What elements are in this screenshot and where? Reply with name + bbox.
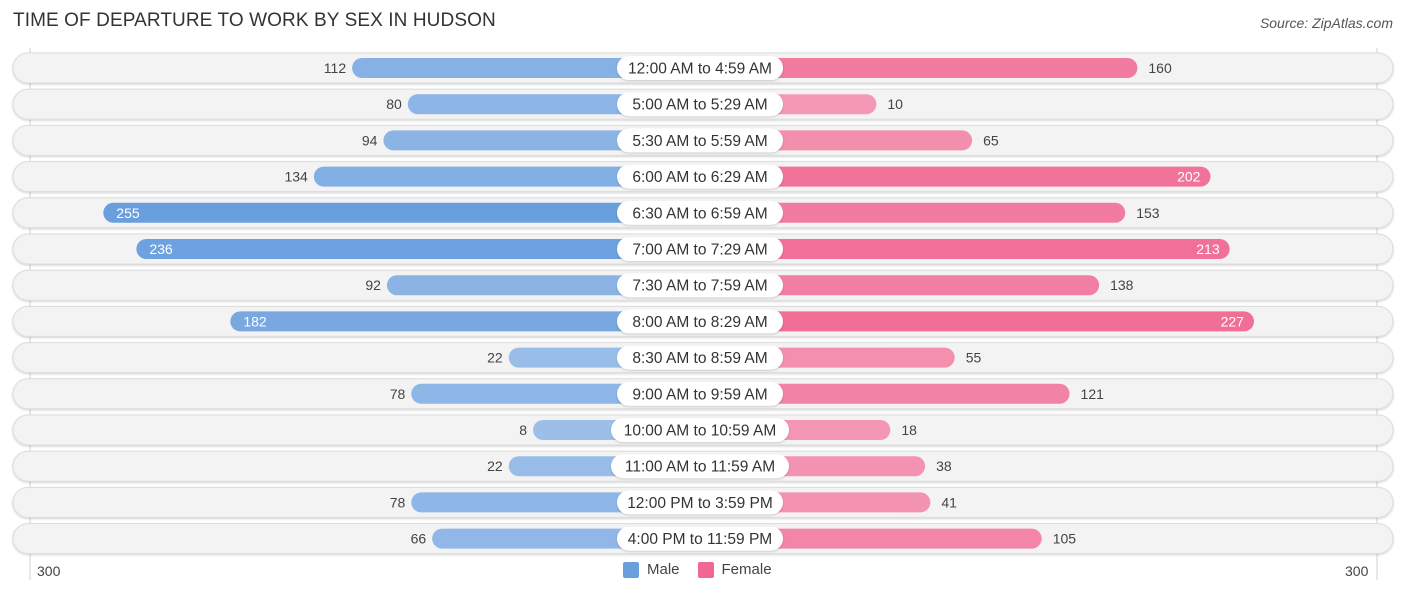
chart-row: 12:00 AM to 4:59 AM 112 160 [12,52,1394,84]
axis-label-right: 300 [1345,563,1369,579]
chart-row: 11:00 AM to 11:59 AM 22 38 [12,450,1394,482]
chart-row: 6:30 AM to 6:59 AM 255 153 [12,197,1394,229]
legend-swatch-male [623,561,639,578]
chart-row: 4:00 PM to 11:59 PM 66 105 [12,523,1394,555]
value-label-male: 78 [390,386,406,402]
value-label-male: 112 [324,60,347,76]
value-label-female: 213 [1196,241,1220,257]
value-label-female: 138 [1110,277,1134,293]
bar-male [103,202,704,223]
value-label-male: 236 [149,241,173,257]
chart-row: 5:30 AM to 5:59 AM 94 65 [12,124,1394,156]
chart-canvas: 12:00 AM to 4:59 AM 112 160 5:00 AM to 5:29… [12,48,1394,580]
bar-female [703,311,1254,332]
category-label: 8:00 AM to 8:29 AM [632,314,767,331]
value-label-male: 78 [390,494,406,510]
legend: Male Female [623,561,772,578]
category-label: 6:30 AM to 6:59 AM [632,205,767,222]
value-label-female: 121 [1081,386,1105,402]
value-label-female: 105 [1053,531,1077,547]
value-label-male: 134 [284,169,308,185]
category-label: 5:30 AM to 5:59 AM [632,133,767,150]
value-label-female: 10 [887,96,903,112]
value-label-male: 182 [243,313,267,329]
category-label: 12:00 AM to 4:59 AM [628,61,772,78]
category-label: 12:00 PM to 3:59 PM [627,495,773,512]
value-label-female: 160 [1148,60,1172,76]
axis-label-left: 300 [37,563,61,579]
value-label-male: 94 [362,132,378,148]
value-label-male: 255 [116,205,140,221]
legend-swatch-female [697,561,714,578]
value-label-male: 8 [519,422,527,438]
chart-row: 8:00 AM to 8:29 AM 182 227 [12,305,1394,337]
value-label-female: 18 [901,422,917,438]
legend-label-male: Male [647,561,680,578]
chart-row: 6:00 AM to 6:29 AM 134 202 [12,161,1394,193]
chart-row: 7:00 AM to 7:29 AM 236 213 [12,233,1394,265]
value-label-male: 22 [487,350,503,366]
category-label: 4:00 PM to 11:59 PM [628,531,772,548]
category-label: 11:00 AM to 11:59 AM [625,459,775,476]
category-label: 7:30 AM to 7:59 AM [632,278,767,295]
chart-row: 7:30 AM to 7:59 AM 92 138 [12,269,1394,301]
chart-row: 9:00 AM to 9:59 AM 78 121 [12,378,1394,410]
value-label-female: 55 [966,350,982,366]
value-label-female: 153 [1136,205,1160,221]
value-label-female: 38 [936,458,952,474]
value-label-female: 227 [1221,313,1245,329]
category-label: 10:00 AM to 10:59 AM [624,423,777,440]
category-label: 6:00 AM to 6:29 AM [632,169,767,186]
value-label-female: 41 [941,494,957,510]
category-label: 8:30 AM to 8:59 AM [632,350,767,367]
chart-row: 12:00 PM to 3:59 PM 78 41 [12,486,1394,518]
value-label-male: 80 [386,96,402,112]
legend-label-female: Female [721,561,772,578]
legend-item-female[interactable]: Female [697,561,772,578]
value-label-male: 92 [365,277,381,293]
category-label: 5:00 AM to 5:29 AM [632,97,767,114]
category-label: 7:00 AM to 7:29 AM [632,242,767,259]
value-label-female: 202 [1177,169,1201,185]
value-label-male: 22 [487,458,503,474]
chart-row: 8:30 AM to 8:59 AM 22 55 [12,342,1394,374]
chart-row: 10:00 AM to 10:59 AM 8 18 [12,414,1394,446]
chart-row: 5:00 AM to 5:29 AM 80 10 [12,88,1394,120]
value-label-female: 65 [983,132,999,148]
category-label: 9:00 AM to 9:59 AM [632,386,767,403]
legend-item-male[interactable]: Male [623,561,680,578]
value-label-male: 66 [411,531,427,547]
